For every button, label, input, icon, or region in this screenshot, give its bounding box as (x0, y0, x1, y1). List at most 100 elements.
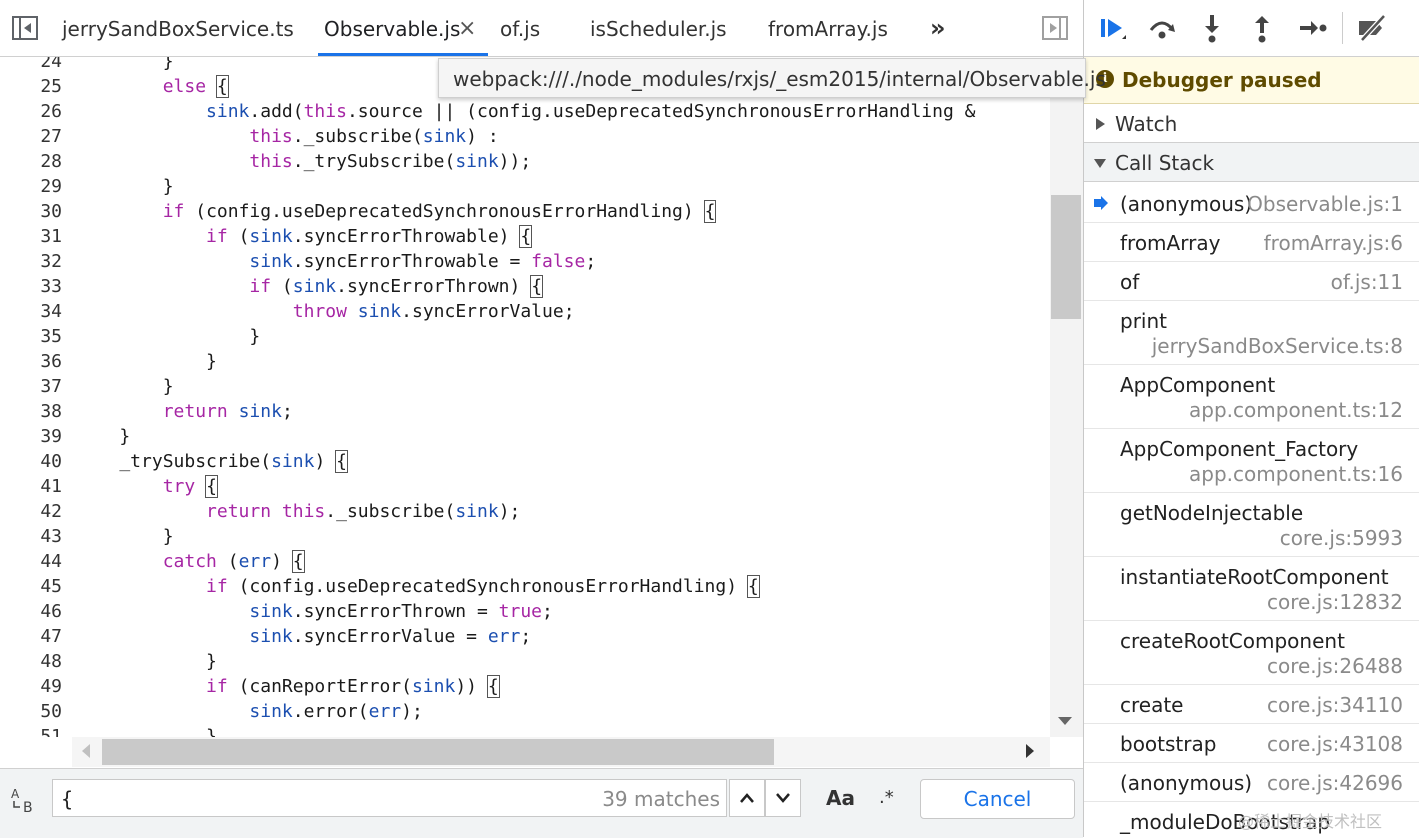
frame-location[interactable]: core.js:26488 (1267, 646, 1403, 686)
step-over-icon[interactable] (1146, 12, 1178, 44)
line-number[interactable]: 36 (0, 349, 62, 374)
call-frame[interactable]: AppComponent_Factory app.component.ts:16 (1084, 429, 1419, 493)
scroll-down-icon[interactable] (1058, 717, 1072, 725)
code-line[interactable]: 32 sink.syncErrorThrowable = false; (0, 249, 1050, 274)
frame-location[interactable]: core.js:34110 (1267, 685, 1403, 725)
frame-location[interactable]: fromArray.js:6 (1264, 223, 1403, 263)
line-number[interactable]: 35 (0, 324, 62, 349)
code-line[interactable]: 30 if (config.useDeprecatedSynchronousEr… (0, 199, 1050, 224)
code-line[interactable]: 50 sink.error(err); (0, 699, 1050, 724)
line-number[interactable]: 30 (0, 199, 62, 224)
code-line[interactable]: 46 sink.syncErrorThrown = true; (0, 599, 1050, 624)
code-line[interactable]: 51 } (0, 724, 1050, 737)
scroll-left-icon[interactable] (82, 744, 90, 758)
line-number[interactable]: 39 (0, 424, 62, 449)
line-number[interactable]: 37 (0, 374, 62, 399)
match-case-toggle[interactable]: Aa (826, 779, 855, 817)
code-line[interactable]: 34 throw sink.syncErrorValue; (0, 299, 1050, 324)
code-line[interactable]: 37 } (0, 374, 1050, 399)
line-number[interactable]: 33 (0, 274, 62, 299)
vertical-scroll-thumb[interactable] (1051, 195, 1081, 319)
code-line[interactable]: 44 catch (err) { (0, 549, 1050, 574)
frame-location[interactable]: jerrySandBoxService.ts:8 (1152, 326, 1403, 366)
frame-location[interactable]: core.js:43108 (1267, 724, 1403, 764)
search-input[interactable]: { 39 matches (52, 779, 727, 817)
line-number[interactable]: 42 (0, 499, 62, 524)
call-frame[interactable]: instantiateRootComponent core.js:12832 (1084, 557, 1419, 621)
code-line[interactable]: 31 if (sink.syncErrorThrowable) { (0, 224, 1050, 249)
line-number[interactable]: 44 (0, 549, 62, 574)
frame-location[interactable]: Observable.js:1 (1247, 184, 1403, 224)
line-number[interactable]: 32 (0, 249, 62, 274)
frame-location[interactable]: core.js:42696 (1267, 763, 1403, 803)
line-number[interactable]: 43 (0, 524, 62, 549)
line-number[interactable]: 34 (0, 299, 62, 324)
frame-location[interactable]: app.component.ts:12 (1189, 390, 1403, 430)
next-match-button[interactable] (765, 779, 801, 817)
resume-icon[interactable] (1096, 12, 1128, 44)
code-line[interactable]: 29 } (0, 174, 1050, 199)
line-number[interactable]: 31 (0, 224, 62, 249)
call-frame[interactable]: print jerrySandBoxService.ts:8 (1084, 301, 1419, 365)
toggle-navigator-icon[interactable] (12, 16, 38, 40)
replace-toggle-icon[interactable]: A B (10, 787, 40, 815)
call-frame[interactable]: create core.js:34110 (1084, 685, 1419, 724)
line-number[interactable]: 51 (0, 724, 62, 737)
step-into-icon[interactable] (1196, 12, 1228, 44)
frame-location[interactable]: of.js:11 (1331, 262, 1403, 302)
line-number[interactable]: 25 (0, 74, 62, 99)
line-number[interactable]: 47 (0, 624, 62, 649)
frame-location[interactable]: core.js:5993 (1280, 518, 1403, 558)
call-frame[interactable]: createRootComponent core.js:26488 (1084, 621, 1419, 685)
code-line[interactable]: 45 if (config.useDeprecatedSynchronousEr… (0, 574, 1050, 599)
call-frame[interactable]: (anonymous) core.js:42696 (1084, 763, 1419, 802)
line-number[interactable]: 46 (0, 599, 62, 624)
tab-fromarray[interactable]: fromArray.js (768, 0, 888, 56)
code-line[interactable]: 49 if (canReportError(sink)) { (0, 674, 1050, 699)
call-frame[interactable]: AppComponent app.component.ts:12 (1084, 365, 1419, 429)
code-line[interactable]: 47 sink.syncErrorValue = err; (0, 624, 1050, 649)
toggle-debugger-sidebar-icon[interactable] (1042, 16, 1068, 40)
close-tab-icon[interactable]: × (458, 0, 476, 58)
code-line[interactable]: 36 } (0, 349, 1050, 374)
watch-section-header[interactable]: Watch (1084, 104, 1419, 143)
call-frame[interactable]: of of.js:11 (1084, 262, 1419, 301)
code-line[interactable]: 48 } (0, 649, 1050, 674)
tab-observable[interactable]: Observable.js (317, 0, 489, 56)
frame-location[interactable]: app.component.ts:16 (1189, 454, 1403, 494)
code-line[interactable]: 39 } (0, 424, 1050, 449)
code-line[interactable]: 42 return this._subscribe(sink); (0, 499, 1050, 524)
code-line[interactable]: 26 sink.add(this.source || (config.useDe… (0, 99, 1050, 124)
tab-jerrysandboxservice[interactable]: jerrySandBoxService.ts (62, 0, 294, 56)
tab-isscheduler[interactable]: isScheduler.js (590, 0, 727, 56)
code-line[interactable]: 38 return sink; (0, 399, 1050, 424)
callstack-section-header[interactable]: Call Stack (1084, 143, 1419, 182)
call-frame[interactable]: fromArray fromArray.js:6 (1084, 223, 1419, 262)
code-line[interactable]: 33 if (sink.syncErrorThrown) { (0, 274, 1050, 299)
line-number[interactable]: 38 (0, 399, 62, 424)
step-icon[interactable] (1296, 12, 1328, 44)
line-number[interactable]: 45 (0, 574, 62, 599)
line-number[interactable]: 27 (0, 124, 62, 149)
prev-match-button[interactable] (729, 779, 765, 817)
line-number[interactable]: 40 (0, 449, 62, 474)
call-frame[interactable]: bootstrap core.js:43108 (1084, 724, 1419, 763)
line-number[interactable]: 49 (0, 674, 62, 699)
regex-toggle[interactable]: .* (879, 779, 894, 817)
cancel-button[interactable]: Cancel (920, 779, 1075, 819)
tab-of[interactable]: of.js (500, 0, 540, 56)
code-editor[interactable]: 24 } 25 else {26 sink.add(this.source || … (0, 57, 1050, 737)
more-tabs-icon[interactable]: » (930, 0, 946, 56)
horizontal-scrollbar[interactable] (72, 737, 1050, 767)
call-frame[interactable]: (anonymous) Observable.js:1 (1084, 184, 1419, 223)
frame-location[interactable]: core.js:12832 (1267, 582, 1403, 622)
vertical-scrollbar[interactable] (1050, 57, 1083, 737)
code-line[interactable]: 28 this._trySubscribe(sink)); (0, 149, 1050, 174)
horizontal-scroll-thumb[interactable] (102, 739, 774, 765)
line-number[interactable]: 48 (0, 649, 62, 674)
call-frame[interactable]: getNodeInjectable core.js:5993 (1084, 493, 1419, 557)
code-line[interactable]: 41 try { (0, 474, 1050, 499)
code-line[interactable]: 43 } (0, 524, 1050, 549)
deactivate-breakpoints-icon[interactable] (1356, 12, 1388, 44)
line-number[interactable]: 28 (0, 149, 62, 174)
